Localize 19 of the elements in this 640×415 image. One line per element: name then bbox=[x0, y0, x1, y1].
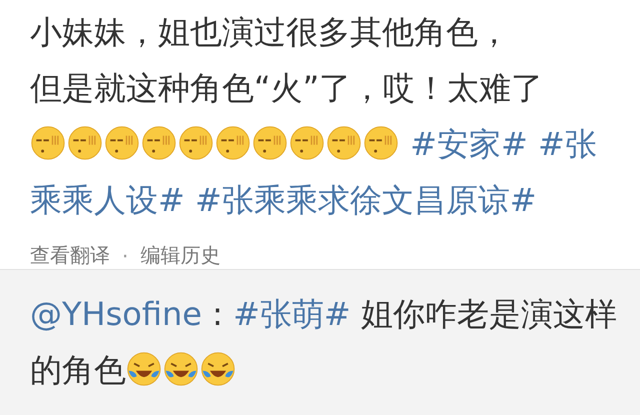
mention-link[interactable]: @YHsofine bbox=[30, 295, 202, 333]
sleepy-face-icon bbox=[363, 125, 399, 161]
sleepy-face-icon bbox=[252, 125, 288, 161]
laughing-tears-icon bbox=[126, 351, 162, 387]
separator-dot: · bbox=[122, 244, 128, 268]
sleepy-face-icon bbox=[30, 125, 66, 161]
sleepy-face-icon bbox=[289, 125, 325, 161]
sleepy-face-icon bbox=[67, 125, 103, 161]
edit-history-link[interactable]: 编辑历史 bbox=[140, 242, 220, 269]
sleepy-face-icon bbox=[141, 125, 177, 161]
laughing-tears-icon bbox=[200, 351, 236, 387]
repost-text: @YHsofine : #张萌# 姐你咋老是演这样的角色 bbox=[30, 294, 618, 391]
sleepy-face-icon bbox=[178, 125, 214, 161]
laughing-tears-icon bbox=[163, 351, 199, 387]
sleepy-face-icon bbox=[326, 125, 362, 161]
post-text: 小妹妹，姐也演过很多其他角色， 但是就这种角色“火”了，哎！太难了 #安家# #张乘乘人设# #张乘乘求徐文昌原谅# bbox=[30, 12, 598, 221]
sleepy-face-icon bbox=[104, 125, 140, 161]
translate-link[interactable]: 查看翻译 bbox=[30, 242, 110, 269]
sleepy-face-icon bbox=[215, 125, 251, 161]
